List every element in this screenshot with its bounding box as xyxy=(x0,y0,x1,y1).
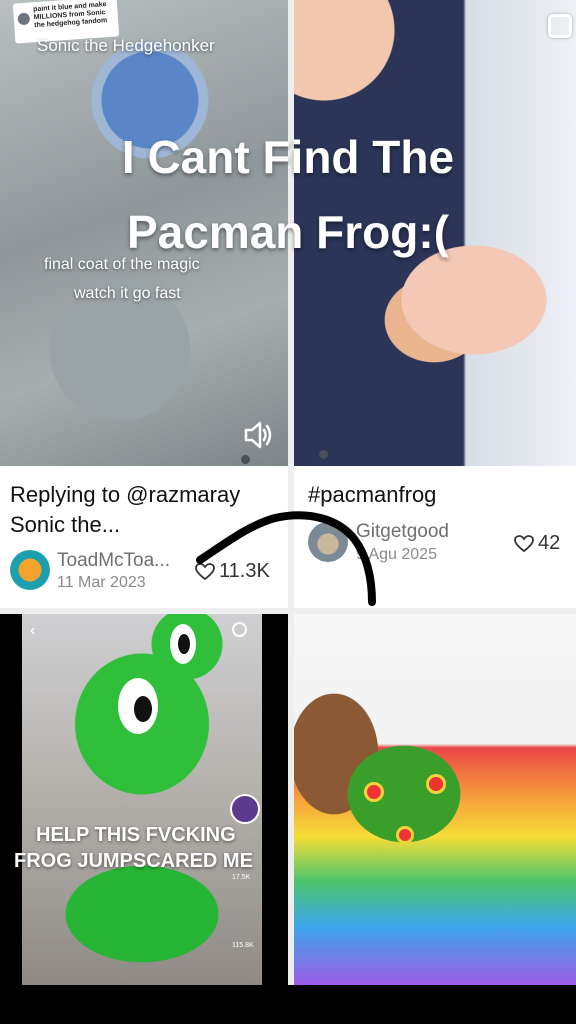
like-count-text: 11.3K xyxy=(219,560,270,582)
thumb-text-line-2: FROG JUMPSCARED ME xyxy=(14,850,253,872)
avatar[interactable] xyxy=(308,522,348,562)
overlay-title-line-2: Pacman Frog:( xyxy=(126,206,450,258)
video-card-2[interactable]: #pacmanfrog Gitgetgood 9 Agu 2025 42 xyxy=(294,0,576,608)
search-icon xyxy=(232,622,247,637)
carousel-dot xyxy=(319,450,328,459)
heart-icon xyxy=(514,534,534,553)
video-card-4[interactable] xyxy=(294,614,576,985)
select-square-icon[interactable] xyxy=(548,14,572,38)
like-count[interactable]: 11.3K xyxy=(195,560,270,583)
username[interactable]: ToadMcToa... xyxy=(57,550,170,572)
video-caption: Replying to @razmaray Sonic the... xyxy=(10,482,241,537)
frog-spot xyxy=(396,826,414,844)
thumb-text-line-1: HELP THIS FVCKING xyxy=(36,824,236,846)
avatar[interactable] xyxy=(10,550,50,590)
frog-spot xyxy=(364,782,384,802)
frog-spot xyxy=(426,774,446,794)
side-count-2: 115.8K xyxy=(232,942,254,949)
video-thumbnail[interactable]: ‹ 17.5K 115.8K HELP THIS FVCKING FROG JU… xyxy=(0,614,288,985)
carousel-dot xyxy=(241,455,250,464)
like-count-text: 42 xyxy=(538,532,561,554)
video-thumbnail[interactable] xyxy=(294,614,576,985)
post-date: 11 Mar 2023 xyxy=(57,574,146,591)
thumbnail-image: ‹ 17.5K 115.8K xyxy=(22,614,262,985)
username[interactable]: Gitgetgood xyxy=(356,521,449,543)
frog-pupil-right xyxy=(178,634,190,654)
video-caption-area[interactable]: Replying to @razmaray Sonic the... ToadM… xyxy=(0,466,288,608)
thumb-title: Sonic the Hedgehonker xyxy=(37,36,215,55)
bottom-bar xyxy=(0,985,576,1024)
back-icon: ‹ xyxy=(30,622,36,639)
reply-sticker-text: paint it blue and make MILLIONS from Son… xyxy=(32,1,108,30)
video-caption: #pacmanfrog xyxy=(308,482,437,507)
frog-pupil-left xyxy=(134,696,152,722)
video-caption-area[interactable]: #pacmanfrog Gitgetgood 9 Agu 2025 42 xyxy=(294,466,576,608)
video-card-1[interactable]: paint it blue and make MILLIONS from Son… xyxy=(0,0,288,608)
like-count[interactable]: 42 xyxy=(514,532,560,555)
heart-icon xyxy=(195,562,215,581)
reply-sticker-avatar xyxy=(17,12,31,26)
thumb-text-line-2: watch it go fast xyxy=(74,285,181,302)
post-date: 9 Agu 2025 xyxy=(356,546,437,563)
side-count-1: 17.5K xyxy=(232,874,251,881)
speaker-icon[interactable] xyxy=(242,420,274,455)
side-avatar xyxy=(230,794,260,824)
overlay-title-line-1: I Cant Find The xyxy=(121,131,455,183)
video-card-3[interactable]: ‹ 17.5K 115.8K HELP THIS FVCKING FROG JU… xyxy=(0,614,288,985)
